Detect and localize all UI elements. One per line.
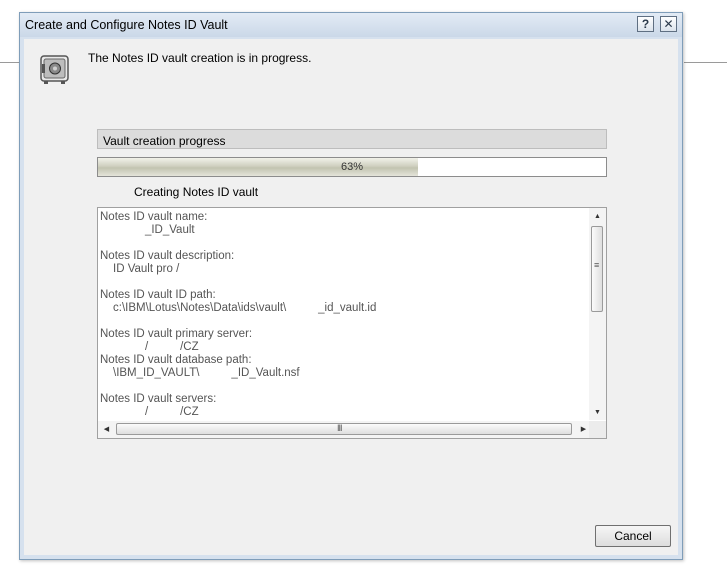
grip-icon: ≡	[594, 260, 600, 270]
log-entry: Notes ID vault name: _ID_Vault	[100, 211, 588, 237]
log-value: c:\IBM\Lotus\Notes\Data\ids\vault\ _id_v…	[113, 302, 377, 314]
horizontal-scrollbar[interactable]: ◀ III ▶	[98, 421, 591, 438]
log-entry: Notes ID vault description: ID Vault pro…	[100, 250, 588, 276]
cancel-button[interactable]: Cancel	[595, 525, 671, 547]
log-value: _ID_Vault	[113, 224, 195, 236]
dialog-body: The Notes ID vault creation is in progre…	[24, 39, 678, 555]
log-entry: Notes ID vault ID path: c:\IBM\Lotus\Not…	[100, 289, 588, 315]
log-label: Notes ID vault name:	[100, 211, 208, 223]
log-entry: Notes ID vault database path: \IBM_ID_VA…	[100, 354, 588, 380]
log-value: / /CZ	[113, 341, 199, 353]
grip-icon: III	[337, 423, 342, 433]
vertical-scroll-thumb[interactable]: ≡	[591, 226, 603, 312]
vault-safe-icon	[40, 55, 69, 84]
log-label: Notes ID vault database path:	[100, 354, 252, 366]
log-label: Notes ID vault description:	[100, 250, 235, 262]
log-entry: Notes ID vault servers: / /CZ	[100, 393, 588, 419]
scroll-left-icon[interactable]: ◀	[99, 421, 114, 438]
scroll-up-icon[interactable]: ▲	[589, 209, 606, 224]
dialog-title: Create and Configure Notes ID Vault	[25, 18, 228, 32]
progress-bar: 63%	[97, 157, 607, 177]
vault-details-log[interactable]: Notes ID vault name: _ID_Vault Notes ID …	[97, 207, 607, 439]
horizontal-scroll-thumb[interactable]: III	[116, 423, 572, 435]
log-entry: Notes ID vault primary server: / /CZ	[100, 328, 588, 354]
dialog-titlebar[interactable]: Create and Configure Notes ID Vault ? ✕	[20, 13, 682, 37]
scrollbar-corner	[589, 421, 606, 438]
log-value: \IBM_ID_VAULT\ _ID_Vault.nsf	[113, 367, 300, 379]
log-content: Notes ID vault name: _ID_Vault Notes ID …	[100, 211, 588, 419]
progress-step-message: Creating Notes ID vault	[134, 185, 259, 199]
progress-header: Vault creation progress	[97, 129, 607, 149]
close-button[interactable]: ✕	[660, 16, 677, 32]
help-button[interactable]: ?	[637, 16, 654, 32]
log-value: / /CZ	[113, 406, 199, 418]
progress-percent: 63%	[340, 161, 364, 173]
log-value: ID Vault pro /	[113, 263, 180, 275]
vertical-scrollbar[interactable]: ▲ ≡ ▼	[589, 208, 606, 420]
log-label: Notes ID vault ID path:	[100, 289, 216, 301]
background-divider-left	[0, 62, 20, 63]
log-label: Notes ID vault servers:	[100, 393, 217, 405]
status-message: The Notes ID vault creation is in progre…	[88, 51, 312, 65]
background-divider-right	[684, 62, 727, 63]
log-label: Notes ID vault primary server:	[100, 328, 253, 340]
scroll-down-icon[interactable]: ▼	[589, 405, 606, 420]
vault-dialog: Create and Configure Notes ID Vault ? ✕ …	[19, 12, 683, 560]
